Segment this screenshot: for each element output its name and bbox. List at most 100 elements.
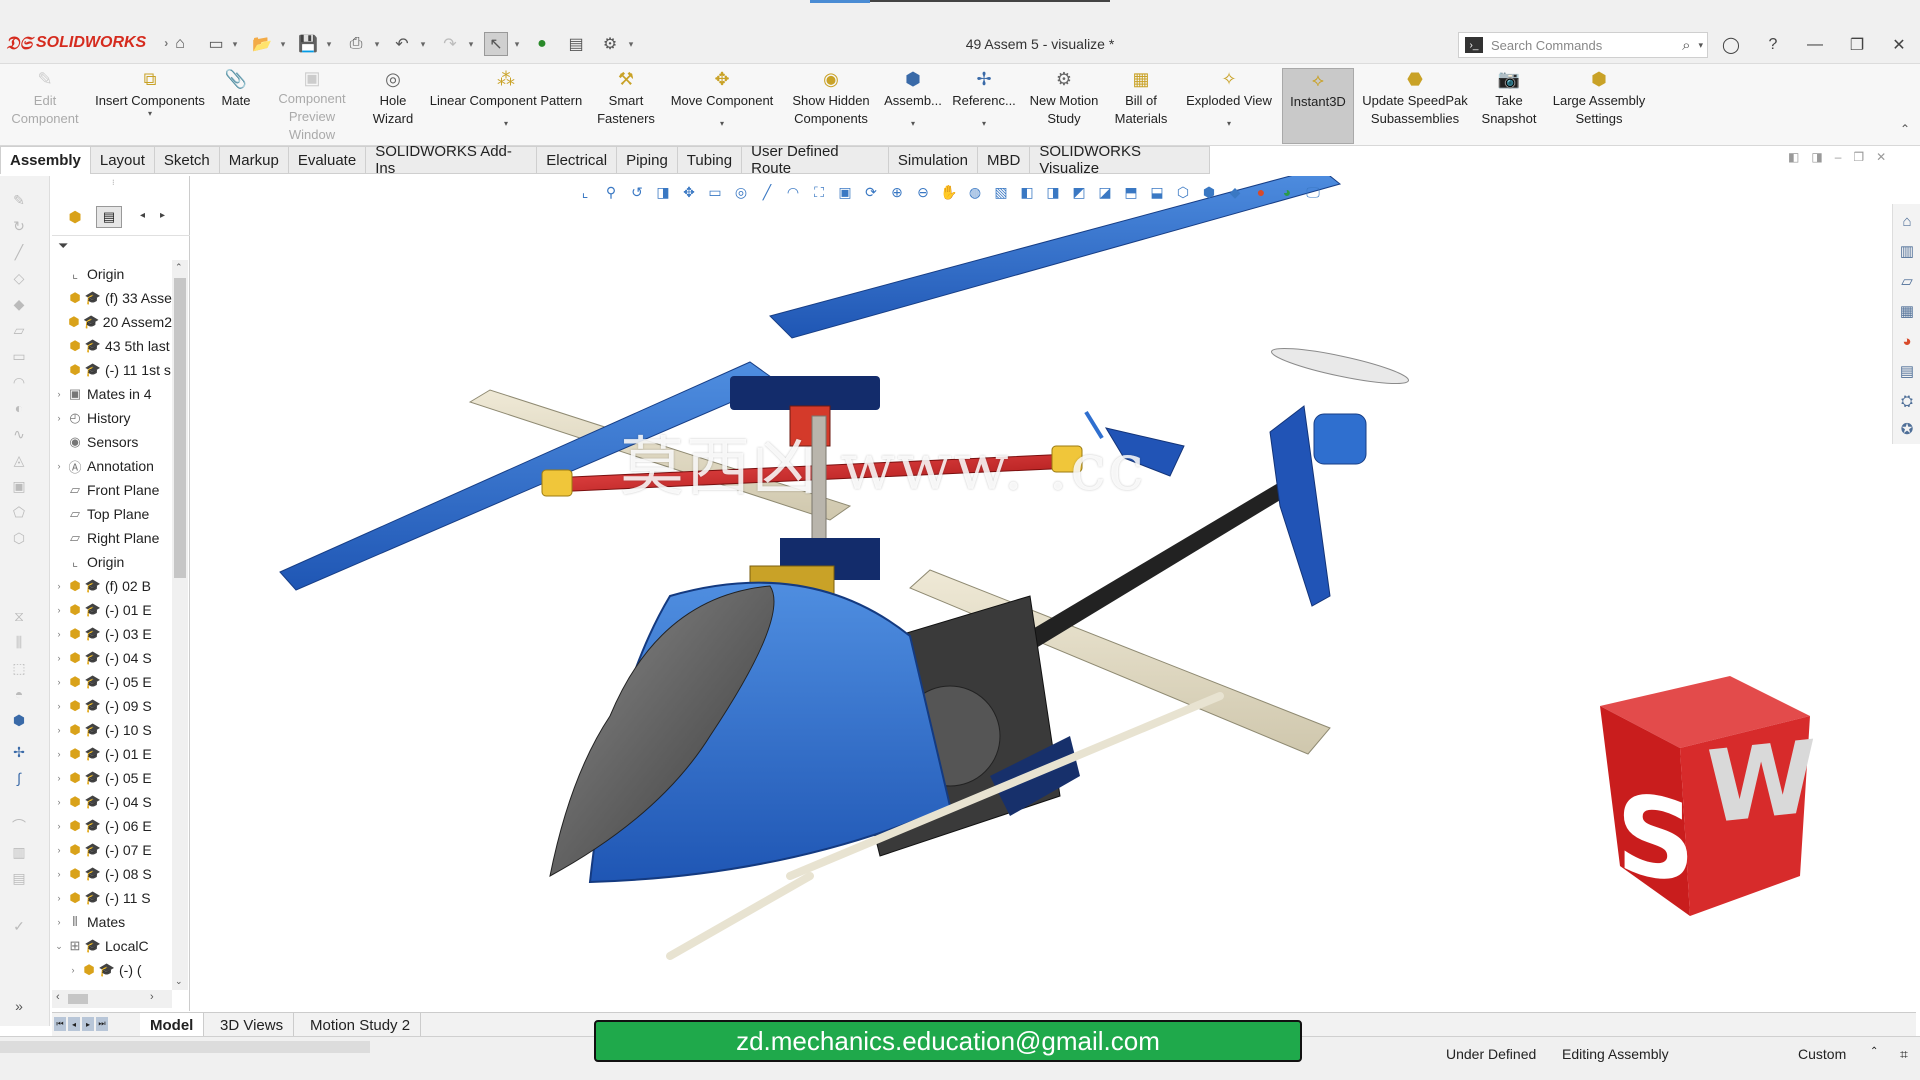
weld-tool-icon[interactable]: ⌒ xyxy=(8,816,30,836)
front-view-icon[interactable]: ◧ xyxy=(1018,183,1036,201)
tab-markup[interactable]: Markup xyxy=(219,146,289,174)
next-tab-icon[interactable]: ▸ xyxy=(82,1017,94,1031)
pan-icon[interactable]: ✋ xyxy=(940,183,958,201)
show-hidden-components-button[interactable]: ◉ Show Hidden Components xyxy=(784,68,878,144)
minimize-icon[interactable]: — xyxy=(1800,32,1830,58)
shaded-edges-icon[interactable]: ⬢ xyxy=(1200,183,1218,201)
expand-arrow-icon[interactable]: › xyxy=(52,821,66,831)
file-explorer-icon[interactable]: ▱ xyxy=(1897,270,1917,292)
assembly-tool-icon[interactable]: ⬢ xyxy=(8,710,30,730)
dome-tool-icon[interactable]: ◓ xyxy=(8,684,30,704)
surface-tool-icon[interactable]: ▭ xyxy=(8,346,30,366)
search-input[interactable]: Search Commands xyxy=(1491,38,1674,53)
tree-item[interactable]: › ⬢ 🎓 (-) ( xyxy=(52,958,172,982)
new-document-icon[interactable]: ▭ xyxy=(204,32,228,56)
solidworks-logo[interactable]: 𝔇𝔖 SOLIDWORKS › xyxy=(6,30,168,56)
zoom-to-area-icon[interactable]: ⚲ xyxy=(602,183,620,201)
back-view-icon[interactable]: ◨ xyxy=(1044,183,1062,201)
move-component-button[interactable]: ✥ Move Component ▾ xyxy=(660,68,784,144)
mate-button[interactable]: 📎 Mate xyxy=(212,68,260,144)
tile-left-icon[interactable]: ◧ xyxy=(1788,150,1799,170)
update-speedpak-button[interactable]: ⬣ Update SpeedPak Subassemblies xyxy=(1356,68,1474,144)
prev-tab-icon[interactable]: ◂ xyxy=(68,1017,80,1031)
tree-item[interactable]: › ⬢ 🎓 (-) 04 S xyxy=(52,790,172,814)
apply-scene-icon[interactable]: ⛶ xyxy=(810,183,828,201)
edit-component-button[interactable]: ✎ Edit Component xyxy=(2,68,88,144)
insert-components-dropdown-icon[interactable]: ▾ xyxy=(148,110,152,118)
component-preview-window-button[interactable]: ▣ Component Preview Window xyxy=(258,68,366,144)
select-dropdown-icon[interactable]: ▾ xyxy=(512,36,522,52)
tile-right-icon[interactable]: ◨ xyxy=(1811,150,1822,170)
tree-item[interactable]: ▱ Right Plane xyxy=(52,526,172,550)
shell-tool-icon[interactable]: ▣ xyxy=(8,476,30,496)
tree-item[interactable]: ⬢ 🎓 (f) 33 Asse xyxy=(52,286,172,310)
rib-tool-icon[interactable]: ⫼ xyxy=(8,632,30,652)
bottom-view-icon[interactable]: ⬓ xyxy=(1148,183,1166,201)
undo-icon[interactable]: ↶ xyxy=(390,32,414,56)
sheet-tool-icon[interactable]: ▥ xyxy=(8,842,30,862)
mark-tool-icon[interactable]: ✓ xyxy=(8,916,30,936)
right-view-icon[interactable]: ◪ xyxy=(1096,183,1114,201)
monitor-icon[interactable]: 🖵 xyxy=(1304,183,1322,201)
property-manager-tab-icon[interactable]: ▤ xyxy=(96,206,122,228)
help-icon[interactable]: ? xyxy=(1758,32,1788,58)
expand-arrow-icon[interactable]: ⌄ xyxy=(52,941,66,952)
tree-tab-prev-icon[interactable]: ◂ xyxy=(140,210,145,221)
instant3d-button[interactable]: ⟡ Instant3D xyxy=(1282,68,1354,144)
view-settings-icon[interactable]: ▣ xyxy=(836,183,854,201)
scroll-left-icon[interactable]: ‹ xyxy=(56,991,60,1003)
expand-arrow-icon[interactable]: › xyxy=(52,725,66,735)
roll-view-icon[interactable]: ◍ xyxy=(966,183,984,201)
wrap-tool-icon[interactable]: ⬚ xyxy=(8,658,30,678)
doc-close-icon[interactable]: ✕ xyxy=(1876,150,1886,170)
filter-icon[interactable]: ⏷ xyxy=(58,238,68,254)
tree-item[interactable]: › ⬢ 🎓 (-) 09 S xyxy=(52,694,172,718)
assembly-features-button[interactable]: ⬢ Assemb... ▾ xyxy=(878,68,948,144)
expand-arrow-icon[interactable]: › xyxy=(52,413,66,423)
standard-views-icon[interactable]: ▧ xyxy=(992,183,1010,201)
tree-item[interactable]: ⌞ Origin xyxy=(52,262,172,286)
tree-item[interactable]: ⬢ 🎓 43 5th last xyxy=(52,334,172,358)
select-arrow-icon[interactable]: ↖ xyxy=(484,32,508,56)
mold-tool-icon[interactable]: ▤ xyxy=(8,868,30,888)
sketch-tool-icon[interactable]: ✎ xyxy=(8,190,30,210)
expand-arrow-icon[interactable]: › xyxy=(52,845,66,855)
top-view-icon[interactable]: ⬒ xyxy=(1122,183,1140,201)
design-library-icon[interactable]: ▥ xyxy=(1897,240,1917,262)
save-dropdown-icon[interactable]: ▾ xyxy=(324,36,334,52)
undo-dropdown-icon[interactable]: ▾ xyxy=(418,36,428,52)
line-tool-icon[interactable]: ╱ xyxy=(8,242,30,262)
tree-item[interactable]: › ⬢ 🎓 (-) 05 E xyxy=(52,766,172,790)
new-motion-study-button[interactable]: ⚙ New Motion Study xyxy=(1022,68,1106,144)
hide-show-icon[interactable]: ╱ xyxy=(758,183,776,201)
view-palette-icon[interactable]: ▦ xyxy=(1897,300,1917,322)
reference-tool-icon[interactable]: ✢ xyxy=(8,742,30,762)
move-dropdown-icon[interactable]: ▾ xyxy=(720,120,724,128)
edit-appearance-icon[interactable]: ◠ xyxy=(784,183,802,201)
forum-icon[interactable]: ⛭ xyxy=(1897,390,1917,412)
print-dropdown-icon[interactable]: ▾ xyxy=(372,36,382,52)
tree-item[interactable]: › ⬢ 🎓 (-) 10 S xyxy=(52,718,172,742)
last-tab-icon[interactable]: ⏭ xyxy=(96,1017,108,1031)
tab-layout[interactable]: Layout xyxy=(90,146,155,174)
linear-component-pattern-button[interactable]: ⁂ Linear Component Pattern ▾ xyxy=(420,68,592,144)
tab-model[interactable]: Model xyxy=(140,1013,205,1037)
revolve-tool-icon[interactable]: ◐ xyxy=(8,398,30,418)
mirror-tool-icon[interactable]: ⧖ xyxy=(8,606,30,626)
extrude-tool-icon[interactable]: ▱ xyxy=(8,320,30,340)
tab-piping[interactable]: Piping xyxy=(617,146,678,174)
strip-collapse-icon[interactable]: » xyxy=(8,996,30,1016)
tree-item[interactable]: ⬢ 🎓 (-) 11 1st s xyxy=(52,358,172,382)
zoom-to-fit-icon[interactable]: ⌞ xyxy=(576,183,594,201)
tree-scroll-thumb[interactable] xyxy=(174,278,186,578)
solidworks-resources-icon[interactable]: ⌂ xyxy=(1897,210,1917,232)
insert-components-button[interactable]: ⧉ Insert Components ▾ xyxy=(86,68,214,144)
isometric-view-icon[interactable]: ⬡ xyxy=(1174,183,1192,201)
pattern-dropdown-icon[interactable]: ▾ xyxy=(504,120,508,128)
tree-item[interactable]: ▱ Top Plane xyxy=(52,502,172,526)
tree-item[interactable]: ◉ Sensors xyxy=(52,430,172,454)
expand-arrow-icon[interactable]: › xyxy=(52,605,66,615)
tab-mbd[interactable]: MBD xyxy=(977,146,1031,174)
previous-view-icon[interactable]: ↺ xyxy=(628,183,646,201)
expand-arrow-icon[interactable]: › xyxy=(52,893,66,903)
